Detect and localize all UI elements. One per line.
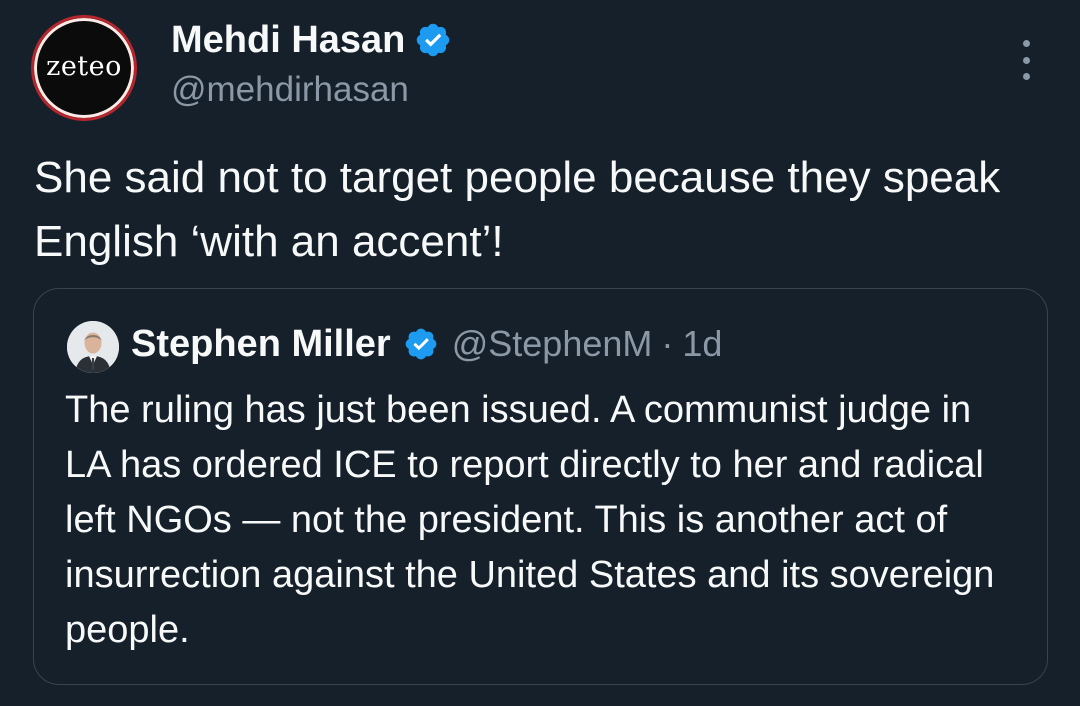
- avatar-logo-text: zeteo: [46, 50, 122, 82]
- author-display-name[interactable]: Mehdi Hasan: [171, 18, 452, 62]
- more-dot: [1022, 73, 1030, 80]
- quoted-author-line: Stephen Miller @StephenM · 1d: [131, 320, 722, 368]
- verified-badge-icon: [405, 328, 437, 360]
- separator-dot: ·: [661, 323, 674, 364]
- more-options-icon[interactable]: [1011, 40, 1041, 80]
- quoted-timestamp[interactable]: 1d: [682, 320, 722, 368]
- quoted-author-avatar[interactable]: [67, 321, 119, 373]
- more-dot: [1022, 40, 1030, 47]
- quoted-author-handle[interactable]: @StephenM: [452, 320, 653, 368]
- author-name-text: Mehdi Hasan: [171, 19, 406, 61]
- profile-photo: [67, 321, 119, 373]
- author-handle[interactable]: @mehdirhasan: [171, 68, 409, 112]
- quoted-author-name[interactable]: Stephen Miller: [131, 320, 391, 368]
- tweet-text: She said not to target people because th…: [34, 153, 1001, 266]
- more-dot: [1022, 56, 1030, 64]
- verified-badge-icon: [417, 23, 450, 57]
- quoted-tweet-text: The ruling has just been issued. A commu…: [65, 389, 995, 651]
- author-avatar[interactable]: zeteo: [31, 15, 137, 121]
- quoted-tweet-card[interactable]: Stephen Miller @StephenM · 1d The ruling…: [33, 288, 1048, 685]
